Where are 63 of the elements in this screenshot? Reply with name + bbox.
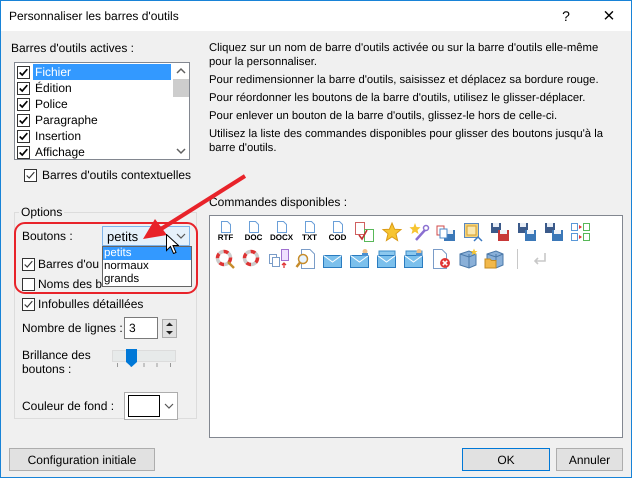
checkbox[interactable]: [24, 168, 37, 182]
dropdown-option[interactable]: normaux: [103, 260, 191, 273]
checkbox[interactable]: [22, 258, 35, 270]
page-delete-icon[interactable]: [430, 248, 452, 270]
group-title: Options: [19, 205, 64, 219]
color-swatch: [128, 395, 160, 417]
page-magnifier-icon[interactable]: [295, 248, 317, 270]
copy-check-icon[interactable]: [354, 221, 376, 243]
pages-icon[interactable]: [268, 248, 290, 270]
caret-icon: [162, 401, 174, 411]
help-button[interactable]: ?: [545, 8, 587, 24]
envelope-icon[interactable]: [349, 248, 371, 270]
color-picker[interactable]: [124, 392, 178, 420]
lines-field[interactable]: 3: [124, 317, 158, 339]
list-item[interactable]: Paragraphe: [33, 112, 171, 128]
envelope-icon[interactable]: [403, 248, 425, 270]
star-wrench-icon[interactable]: [408, 221, 430, 243]
scroll-thumb[interactable]: [173, 79, 189, 97]
checkbox[interactable]: [17, 98, 30, 110]
window-title: Personnaliser les barres d'outils: [9, 9, 180, 23]
instruction-text: Cliquez sur un nom de barre d'outils activée ou sur la barre d'outils elle-même pour la personnaliser.: [209, 41, 600, 69]
window-icon[interactable]: [462, 221, 484, 243]
cancel-button[interactable]: Annuler: [556, 448, 623, 471]
close-button[interactable]: ×: [587, 4, 631, 28]
list-item[interactable]: Édition: [33, 80, 171, 96]
floppy-disk-icon[interactable]: [543, 221, 565, 243]
instruction-text: Pour réordonner les boutons de la barre d'outils, utilisez le glisser-déplacer.: [209, 91, 586, 105]
buttons-label: Boutons :: [22, 229, 74, 243]
dropdown-option[interactable]: grands: [103, 273, 191, 286]
instruction-text: Pour redimensionner la barre d'outils, saisissez et déplacez sa bordure rouge.: [209, 73, 600, 87]
checkbox[interactable]: [17, 146, 30, 158]
list-label: Barres d'outils actives :: [11, 41, 136, 55]
instruction-text: Pour enlever un bouton de la barre d'outils, glissez-le hors de celle-ci.: [209, 109, 558, 123]
document-arrows-icon[interactable]: [570, 221, 592, 243]
spin-button[interactable]: [162, 318, 177, 338]
checkbox[interactable]: [17, 130, 30, 142]
envelope-icon[interactable]: [376, 248, 398, 270]
list-item[interactable]: Insertion: [33, 128, 171, 144]
color-label: Couleur de fond :: [22, 399, 116, 413]
slider-thumb[interactable]: [126, 349, 138, 367]
reset-button[interactable]: Configuration initiale: [9, 448, 155, 471]
checkbox-label: Barres d'outils contextuelles: [42, 168, 192, 182]
lifebuoy-magnifier-icon[interactable]: [214, 248, 236, 270]
checkbox-label: Infobulles détaillées: [38, 297, 144, 311]
commands-label: Commandes disponibles :: [209, 195, 348, 209]
checkbox[interactable]: [17, 114, 30, 126]
checkbox[interactable]: [17, 66, 30, 78]
ok-button[interactable]: OK: [462, 448, 550, 471]
checkbox[interactable]: [22, 278, 35, 290]
star-icon[interactable]: [381, 221, 403, 243]
floppy-disk-icon[interactable]: [516, 221, 538, 243]
toolbar-list[interactable]: Fichier Édition Police Paragraphe Insertion Affichage: [14, 62, 190, 160]
floppy-disk-icon[interactable]: [489, 221, 511, 243]
instruction-text: Utilisez la liste des commandes disponibles pour glisser des boutons jusqu'à la barre d'outils.: [209, 127, 604, 155]
checkbox-label: Noms des b: [38, 277, 102, 291]
list-item[interactable]: Police: [33, 96, 171, 112]
checkbox[interactable]: [17, 82, 30, 94]
list-item[interactable]: Affichage: [33, 144, 171, 160]
checkbox-label: Barres d'ou: [38, 257, 99, 271]
checkbox[interactable]: [22, 298, 35, 310]
lines-label: Nombre de lignes :: [22, 321, 124, 335]
brightness-label: Brillance des boutons :: [22, 348, 92, 376]
caret-icon: [175, 231, 187, 241]
